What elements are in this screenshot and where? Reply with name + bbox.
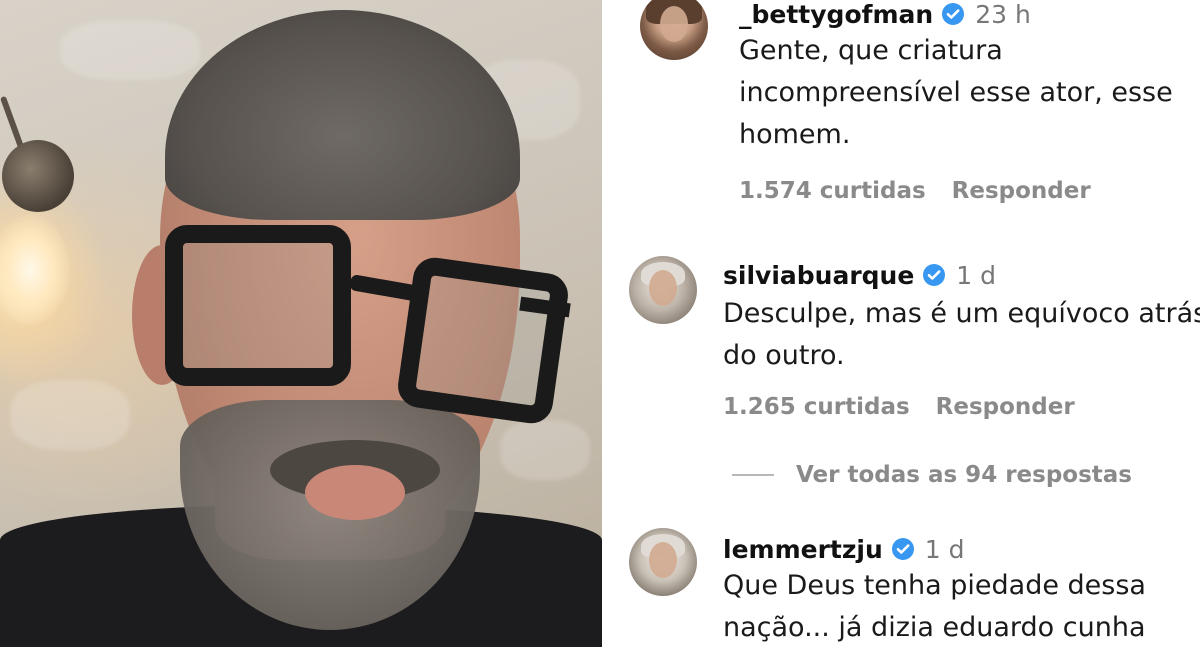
person-mouth [305, 465, 405, 520]
comment-username[interactable]: lemmertzju [723, 535, 883, 564]
verified-badge-icon [891, 538, 914, 560]
comment-item: _bettygofman 23 h Gente, que criatura inc… [602, 0, 1200, 230]
comment-item: silviabuarque 1 d Desculpe, mas é um equí… [602, 250, 1200, 450]
divider [732, 474, 774, 476]
view-replies-button[interactable]: Ver todas as 94 respostas [732, 462, 1132, 488]
verified-badge-icon [942, 3, 965, 25]
avatar[interactable] [629, 256, 697, 324]
glasses-left-lens [165, 225, 351, 386]
comment-time: 23 h [975, 0, 1031, 29]
comment-time: 1 d [924, 535, 965, 564]
reply-button[interactable]: Responder [952, 178, 1091, 204]
likes-count[interactable]: 1.574 curtidas [739, 178, 926, 204]
comment-text: Que Deus tenha piedade dessa nação... já… [723, 570, 1146, 643]
comments-panel: _bettygofman 23 h Gente, que criatura inc… [602, 0, 1200, 647]
video-frame[interactable] [0, 0, 602, 647]
person-hair [165, 10, 520, 220]
avatar[interactable] [629, 528, 697, 596]
comment-username[interactable]: silviabuarque [723, 261, 914, 290]
avatar[interactable] [640, 0, 708, 60]
comment-username[interactable]: _bettygofman [739, 0, 933, 29]
comment-text: Gente, que criatura incompreensível esse… [739, 35, 1173, 150]
glasses-right-lens [395, 254, 571, 427]
likes-count[interactable]: 1.265 curtidas [723, 394, 910, 420]
comment-text: Desculpe, mas é um equívoco atrás do out… [723, 298, 1200, 371]
comment-time: 1 d [956, 261, 997, 290]
person-figure [0, 0, 602, 647]
comment-item: lemmertzju 1 d Que Deus tenha piedade des… [602, 525, 1200, 647]
reply-button[interactable]: Responder [936, 394, 1075, 420]
verified-badge-icon [923, 264, 946, 286]
